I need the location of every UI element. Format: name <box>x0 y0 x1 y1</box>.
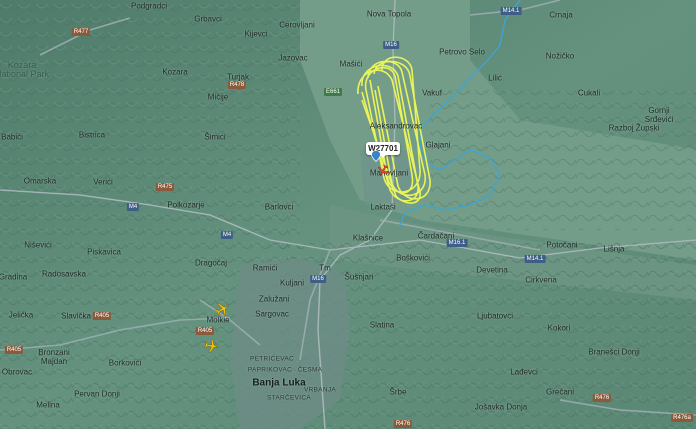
place-label-micije: Mičije <box>207 92 229 102</box>
place-label-verici: Verići <box>93 177 113 187</box>
place-label-devetina: Devetina <box>476 265 508 275</box>
place-label-kozara-np: Kozara National Park <box>0 60 50 79</box>
place-label-ljubatovci: Ljubatovci <box>476 311 514 321</box>
tracked-aircraft-icon[interactable] <box>376 164 390 178</box>
place-label-cukali: Cukali <box>577 88 601 98</box>
road-shield-r477: R477 <box>71 28 91 36</box>
road-shield-r476-a: R476 <box>393 420 413 428</box>
place-label-bistrica: Bistrica <box>78 130 106 140</box>
place-label-slavicka: Slavička <box>61 311 91 321</box>
place-label-ramici: Ramići <box>252 263 278 273</box>
road-shield-m16-mid: M16 <box>310 275 326 283</box>
road-shield-m161: M16.1 <box>446 239 468 247</box>
aircraft-icon[interactable] <box>204 338 220 354</box>
place-label-vakuf: Vakuf <box>422 88 442 98</box>
place-label-aleksandrovac: Aleksandrovac <box>369 121 423 131</box>
road-shield-m4-left: M4 <box>126 203 140 211</box>
place-label-josavka-donja: Jošavka Donja <box>474 402 528 412</box>
place-label-cerovljani: Cerovljani <box>279 20 315 30</box>
place-label-lauktasi: Laktaši <box>370 202 396 212</box>
place-label-gornji-srdjevici: Gornji Srđevići <box>644 106 674 124</box>
place-label-polkozarje: Polkozarje <box>167 200 205 210</box>
place-label-slatina: Slatina <box>369 320 395 330</box>
place-label-licic: Lilić <box>488 73 502 83</box>
place-label-jazovac: Jazovac <box>278 53 308 63</box>
place-label-tm: Tm <box>319 263 331 273</box>
place-label-radosavska: Radosavska <box>41 269 87 279</box>
place-label-gradina: Gradina <box>0 272 28 282</box>
road-shield-m141-top: M14.1 <box>500 7 522 15</box>
place-label-barlovci: Barlovci <box>264 202 294 212</box>
place-label-petrovo-selo: Petrovo Selo <box>439 47 485 57</box>
place-label-dragocaj: Dragočaj <box>194 258 228 268</box>
place-label-bronzani-majdan: Bronzani Majdan <box>38 348 70 366</box>
road-shield-r476a: R476a <box>671 414 693 422</box>
place-label-kokori: Kokori <box>547 323 571 333</box>
place-label-nova-topola: Nova Topola <box>366 9 412 19</box>
road-shield-m4-mid: M4 <box>220 231 234 239</box>
place-label-pervan-donji: Pervan Donji <box>74 389 120 399</box>
road-shield-r405-b: R405 <box>195 327 215 335</box>
road-shield-m141-right: M14.1 <box>524 255 546 263</box>
aircraft-icon[interactable] <box>215 301 231 317</box>
road-shield-m16-top: M16 <box>383 41 399 49</box>
road-shield-r405-c: R405 <box>4 346 24 354</box>
place-label-melina: Melina <box>36 400 60 410</box>
place-label-zaluzani: Zalužani <box>258 294 290 304</box>
road-shield-r475: R475 <box>155 183 175 191</box>
place-label-razboj-zupski: Razboj Župski <box>608 123 660 133</box>
road-shield-r478: R478 <box>227 81 247 89</box>
place-label-srbac: Šrbe <box>389 387 407 397</box>
place-label-kozara: Kozara <box>162 67 188 77</box>
road-shield-r476-b: R476 <box>592 394 612 402</box>
place-label-kuljani: Kuljani <box>279 278 305 288</box>
road-shield-e661: E661 <box>323 88 343 96</box>
place-label-cirkvena: Cirkvena <box>525 275 557 285</box>
place-label-susnjari: Šušnjari <box>344 272 374 282</box>
place-label-starcevica: STARČEVICA <box>266 394 312 402</box>
place-label-babici: Babići <box>1 132 23 142</box>
place-label-petricevac: PETRIĆEVAC <box>249 355 295 363</box>
place-label-sargovac: Sargovac <box>255 309 289 319</box>
place-label-vrbanja: VRBANJA <box>303 386 337 394</box>
place-label-potocani: Potočani <box>546 240 578 250</box>
place-label-grecani: Grečani <box>545 387 575 397</box>
flight-map[interactable]: Podgradci Grbavci Cerovljani Nova Topola Crn… <box>0 0 696 429</box>
place-label-nozicko: Nožičko <box>545 51 575 61</box>
place-label-omarska: Omarska <box>23 176 57 186</box>
place-label-kijevci: Kijevci <box>244 29 268 39</box>
place-label-glajani: Glajani <box>425 140 451 150</box>
place-label-crnaja: Crnaja <box>549 10 573 20</box>
place-label-bosnici: Boškovići <box>396 253 430 263</box>
location-pin-icon[interactable] <box>371 150 381 162</box>
place-label-borkovici: Borkovići <box>108 358 142 368</box>
place-label-podgradci: Podgradci <box>130 1 168 11</box>
road-shield-r405-a: R405 <box>92 312 112 320</box>
place-label-branesci-donji: Branešci Donji <box>588 347 640 357</box>
place-label-jelicka: Jelička <box>8 310 34 320</box>
place-label-piskavica: Piskavica <box>87 247 121 257</box>
place-label-ladevci: Lađevci <box>510 367 538 377</box>
place-label-masici: Mašići <box>339 59 363 69</box>
place-label-simici: Šimići <box>204 132 226 142</box>
place-label-obrovac: Obrovac <box>1 367 33 377</box>
place-label-lisnja: Lišnja <box>603 244 625 254</box>
place-label-banja-luka: Banja Luka <box>252 377 306 389</box>
place-label-grbavci: Grbavci <box>194 14 222 24</box>
place-label-cesma: ČESMA <box>297 366 323 374</box>
place-label-klasnice: Klašnice <box>352 233 384 243</box>
place-label-paprikovac: PAPRIKOVAC <box>247 366 293 374</box>
place-label-nisevici: Niševići <box>24 240 52 250</box>
